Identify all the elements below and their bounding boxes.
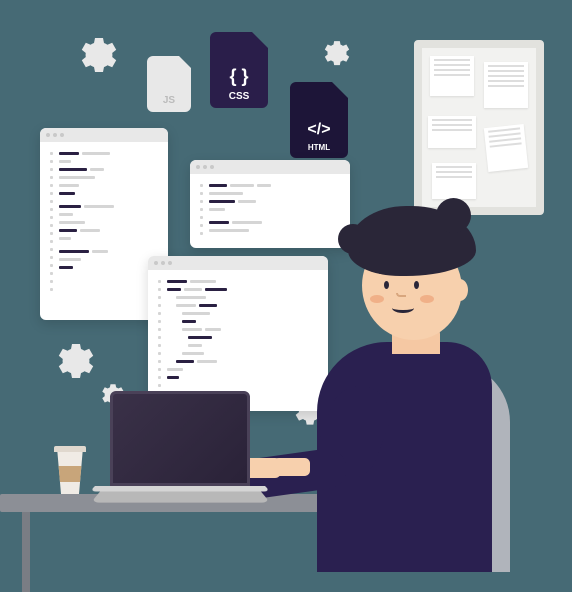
gear-icon: [320, 34, 354, 68]
sticky-note: [484, 124, 528, 172]
laptop: [110, 391, 265, 494]
code-content: [59, 150, 114, 291]
person-illustration: [282, 232, 502, 572]
sticky-note: [430, 56, 474, 96]
file-css-icon: { } CSS: [210, 32, 268, 108]
file-html-label: HTML: [308, 143, 330, 152]
sticky-note: [432, 163, 476, 199]
desk-leg: [22, 512, 30, 592]
sticky-note: [484, 62, 528, 108]
file-js-label: JS: [163, 95, 175, 106]
code-tag-icon: </>: [307, 121, 330, 139]
file-css-label: CSS: [229, 91, 250, 102]
braces-icon: { }: [229, 66, 248, 87]
code-content: [167, 278, 227, 387]
file-html-icon: </> HTML: [290, 82, 348, 158]
window-titlebar: [40, 128, 168, 142]
window-titlebar: [190, 160, 350, 174]
code-content: [209, 182, 271, 235]
file-js-icon: JS: [147, 56, 191, 112]
bulletin-board: [414, 40, 544, 215]
gear-icon: [52, 334, 100, 382]
sticky-note: [428, 116, 476, 148]
gear-icon: [75, 28, 123, 76]
coffee-cup-icon: [55, 446, 86, 494]
